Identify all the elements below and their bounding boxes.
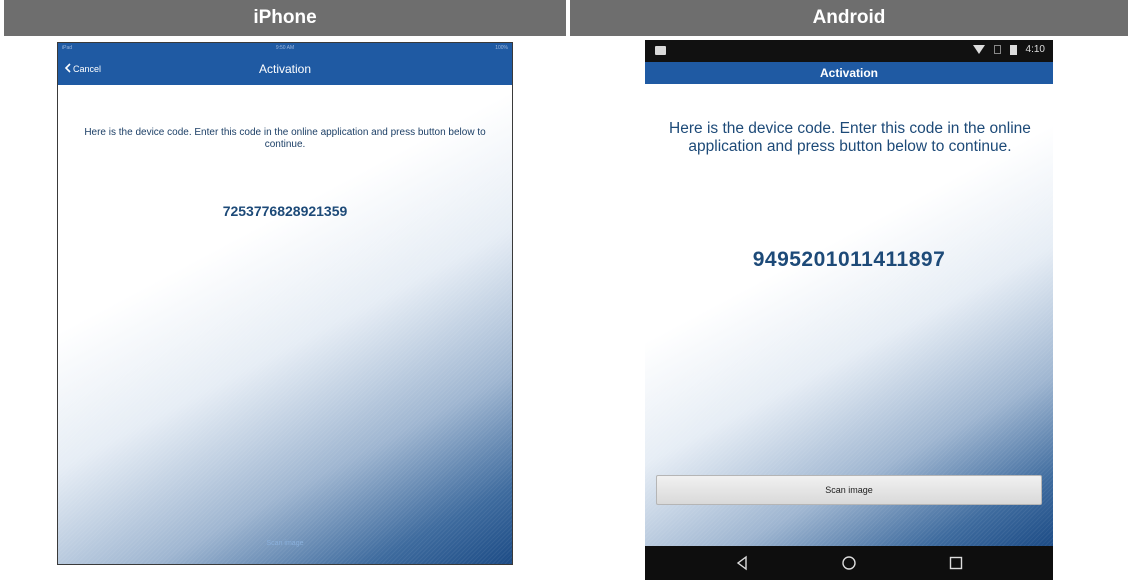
instructions-text: Here is the device code. Enter this code… (669, 120, 1031, 155)
wifi-icon (972, 45, 985, 54)
scan-image-button[interactable]: Scan image (656, 475, 1042, 505)
status-time: 9:50 AM (275, 45, 295, 51)
android-nav-bar (645, 546, 1053, 580)
android-header: Android (570, 0, 1128, 36)
iphone-screen: iPad 9:50 AM 100% Cancel Activation Here… (57, 42, 513, 565)
home-icon[interactable] (839, 553, 859, 573)
instructions-text: Here is the device code. Enter this code… (84, 127, 486, 150)
app-bar-title: Activation (645, 62, 1053, 84)
recents-icon[interactable] (946, 553, 966, 573)
iphone-nav-bar: Cancel Activation (58, 53, 512, 85)
scan-image-button[interactable]: Scan image (58, 540, 512, 547)
nav-title: Activation (258, 62, 312, 76)
device-code: 9495201011411897 (752, 248, 946, 271)
android-status-bar: 4:10 (645, 40, 1053, 62)
back-icon[interactable] (732, 553, 752, 573)
status-battery: 100% (495, 45, 508, 51)
battery-icon (1009, 44, 1017, 55)
notification-icon (655, 46, 666, 55)
device-code: 7253776828921359 (222, 203, 348, 219)
android-screen: 4:10 Activation Here is the device code.… (645, 40, 1053, 580)
signal-icon (993, 45, 1001, 54)
android-content: Here is the device code. Enter this code… (645, 84, 1053, 546)
iphone-status-bar: iPad 9:50 AM 100% (58, 43, 512, 53)
status-time: 4:10 (1025, 44, 1045, 55)
iphone-content: Here is the device code. Enter this code… (58, 85, 512, 564)
iphone-header: iPhone (4, 0, 566, 36)
